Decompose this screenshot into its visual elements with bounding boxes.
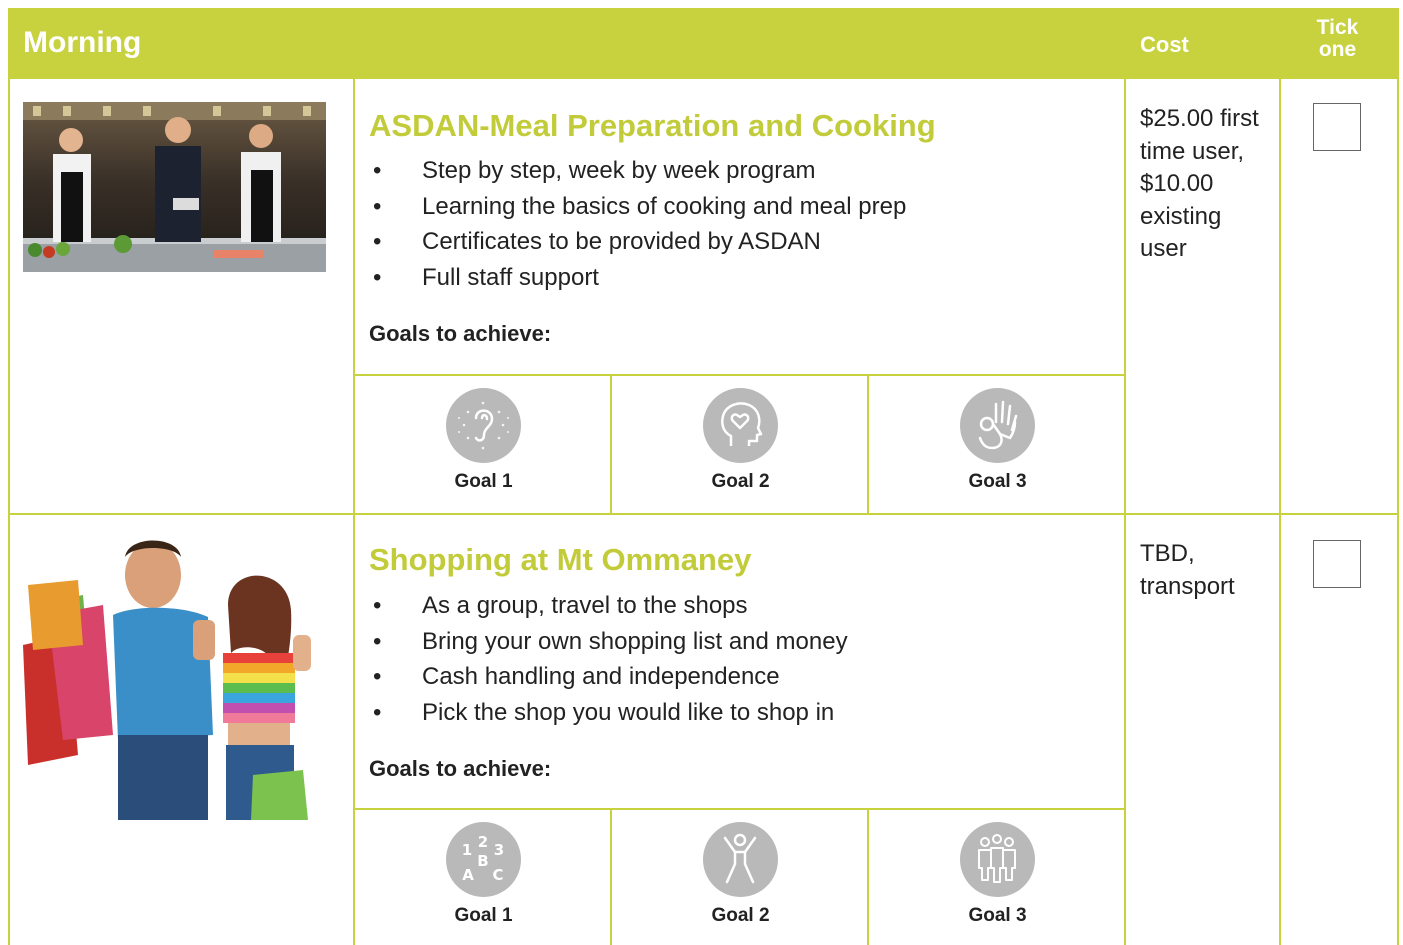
goal-cell: Goal 1 (355, 388, 612, 493)
cost-value: $25.00 first time user, $10.00 existing … (1140, 105, 1259, 262)
head-heart-icon (703, 388, 778, 463)
tick-checkbox[interactable] (1313, 540, 1361, 588)
header-bar: Morning Cost Tick one (8, 8, 1399, 79)
list-item: Step by step, week by week program (369, 157, 906, 193)
tick-column-header: Tick one (1315, 17, 1360, 61)
cost-column-header: Cost (1140, 32, 1189, 57)
goal-label: Goal 1 (454, 471, 513, 492)
goal-label: Goal 2 (711, 905, 770, 926)
activity-bullet-list: As a group, travel to the shops Bring yo… (369, 592, 848, 734)
activity-bullet-list: Step by step, week by week program Learn… (369, 157, 906, 299)
grid-line (353, 79, 355, 945)
list-item: Full staff support (369, 264, 906, 300)
chefs-cooking-photo (23, 102, 326, 272)
ear-listening-icon (446, 388, 521, 463)
activity-title: Shopping at Mt Ommaney (369, 542, 752, 577)
goal-cell: Goal 2 (612, 822, 869, 927)
grid-line (353, 374, 1126, 376)
tick-checkbox[interactable] (1313, 103, 1361, 151)
svg-text:A: A (462, 866, 474, 884)
goal-cell: Goal 3 (869, 388, 1126, 493)
group-people-icon (960, 822, 1035, 897)
activity-title: ASDAN-Meal Preparation and Cooking (369, 108, 936, 143)
numbers-letters-icon: 123 B AC (446, 822, 521, 897)
svg-text:C: C (492, 866, 503, 884)
grid-line (8, 79, 10, 945)
activity-sheet: Morning Cost Tick one ASDAN-Meal Prepara… (8, 8, 1399, 945)
grid-line (1397, 79, 1399, 945)
goal-label: Goal 2 (711, 471, 770, 492)
list-item: Cash handling and independence (369, 663, 848, 699)
goal-cell: Goal 3 (869, 822, 1126, 927)
tick-header-line2: one (1318, 38, 1357, 61)
goal-cell: 123 B AC Goal 1 (355, 822, 612, 927)
grid-line (353, 808, 1126, 810)
section-title: Morning (23, 26, 142, 59)
ok-hand-icon (960, 388, 1035, 463)
cost-value: TBD, transport (1140, 540, 1235, 600)
svg-text:2: 2 (478, 833, 488, 851)
tick-header-line1: Tick (1316, 16, 1359, 39)
shoppers-thumbs-up-photo (23, 535, 326, 820)
goal-cell: Goal 2 (612, 388, 869, 493)
goals-label: Goals to achieve: (369, 321, 552, 346)
goal-label: Goal 3 (968, 471, 1027, 492)
svg-text:3: 3 (494, 841, 504, 859)
grid-line (1124, 79, 1126, 945)
svg-text:1: 1 (462, 841, 472, 859)
list-item: Certificates to be provided by ASDAN (369, 228, 906, 264)
list-item: As a group, travel to the shops (369, 592, 848, 628)
svg-text:B: B (477, 852, 488, 870)
grid-line (8, 513, 1399, 515)
goal-label: Goal 1 (454, 905, 513, 926)
goal-label: Goal 3 (968, 905, 1027, 926)
list-item: Pick the shop you would like to shop in (369, 699, 848, 735)
grid-line (1279, 79, 1281, 945)
list-item: Bring your own shopping list and money (369, 628, 848, 664)
list-item: Learning the basics of cooking and meal … (369, 193, 906, 229)
goals-label: Goals to achieve: (369, 756, 552, 781)
person-jumping-icon (703, 822, 778, 897)
